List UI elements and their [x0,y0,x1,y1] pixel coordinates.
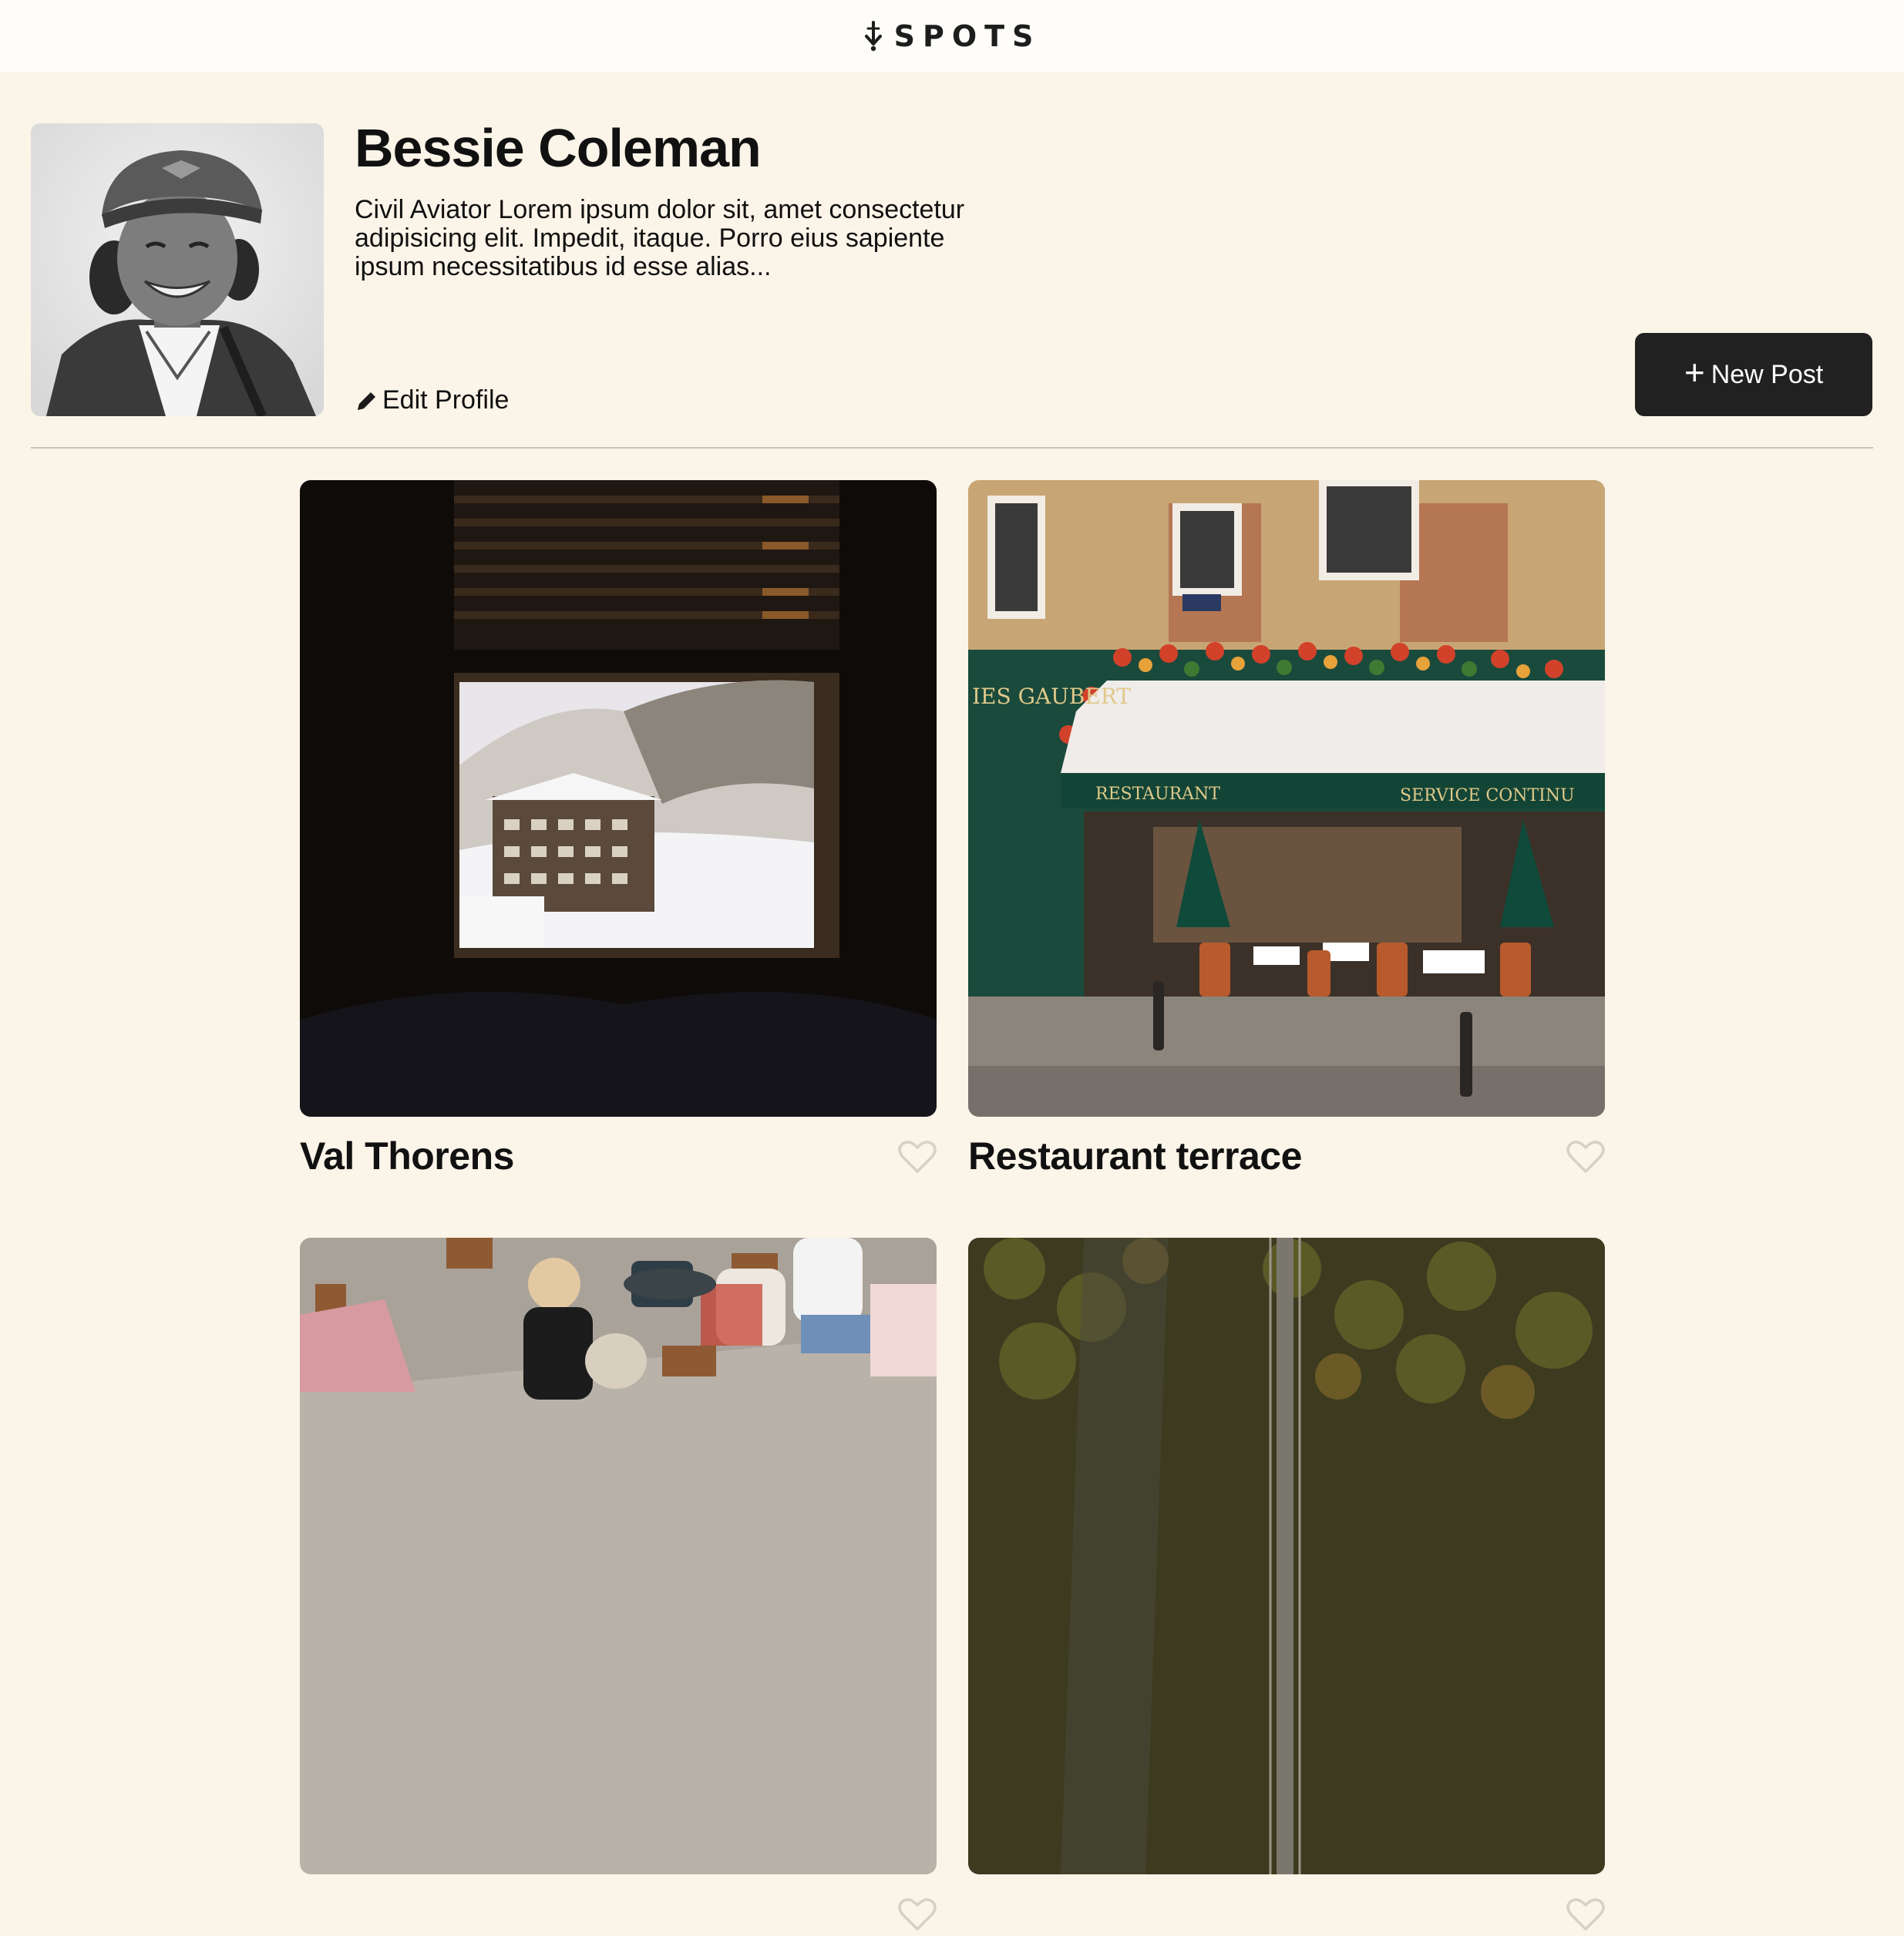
card-title: Restaurant terrace [968,1134,1302,1178]
edit-profile-button[interactable]: Edit Profile [355,385,509,415]
logo[interactable]: SPOTS [863,19,1041,53]
profile-name: Bessie Coleman [355,118,762,178]
profile-description: Civil Aviator Lorem ipsum dolor sit, ame… [355,195,965,281]
card [968,1238,1605,1936]
heart-outline-icon[interactable] [1566,1897,1605,1931]
heart-outline-icon[interactable] [898,1897,937,1931]
new-post-label: New Post [1711,359,1824,389]
pencil-icon [358,392,375,410]
profile-avatar [31,123,324,416]
edit-profile-label: Edit Profile [382,385,510,415]
plus-icon: + [1684,352,1705,392]
logo-text: SPOTS [893,18,1041,53]
heart-outline-icon[interactable] [1566,1140,1605,1174]
card-image[interactable]: RESTAURANT SERVICE CONTINU IES GAUBERT [968,480,1605,1117]
card-title: Val Thorens [300,1134,514,1178]
card: RESTAURANT SERVICE CONTINU IES GAUBERT R… [968,480,1605,1178]
heart-outline-icon[interactable] [898,1140,937,1174]
card-footer [968,1874,1605,1936]
new-post-button[interactable]: + New Post [1635,333,1872,416]
site-header: SPOTS [0,0,1904,72]
card: Val Thorens [300,480,937,1178]
card-footer: Restaurant terrace [968,1117,1605,1178]
card [300,1238,937,1936]
card-image[interactable] [968,1238,1605,1874]
card-footer [300,1874,937,1936]
svg-text:RESTAURANT: RESTAURANT [1095,785,1220,804]
card-image[interactable] [300,1238,937,1874]
svg-text:SERVICE CONTINU: SERVICE CONTINU [1400,786,1575,805]
spots-logo-icon [864,20,882,51]
profile-divider [31,447,1873,449]
card-footer: Val Thorens [300,1117,937,1178]
card-image[interactable] [300,480,937,1117]
svg-text:IES GAUBERT: IES GAUBERT [972,684,1131,709]
